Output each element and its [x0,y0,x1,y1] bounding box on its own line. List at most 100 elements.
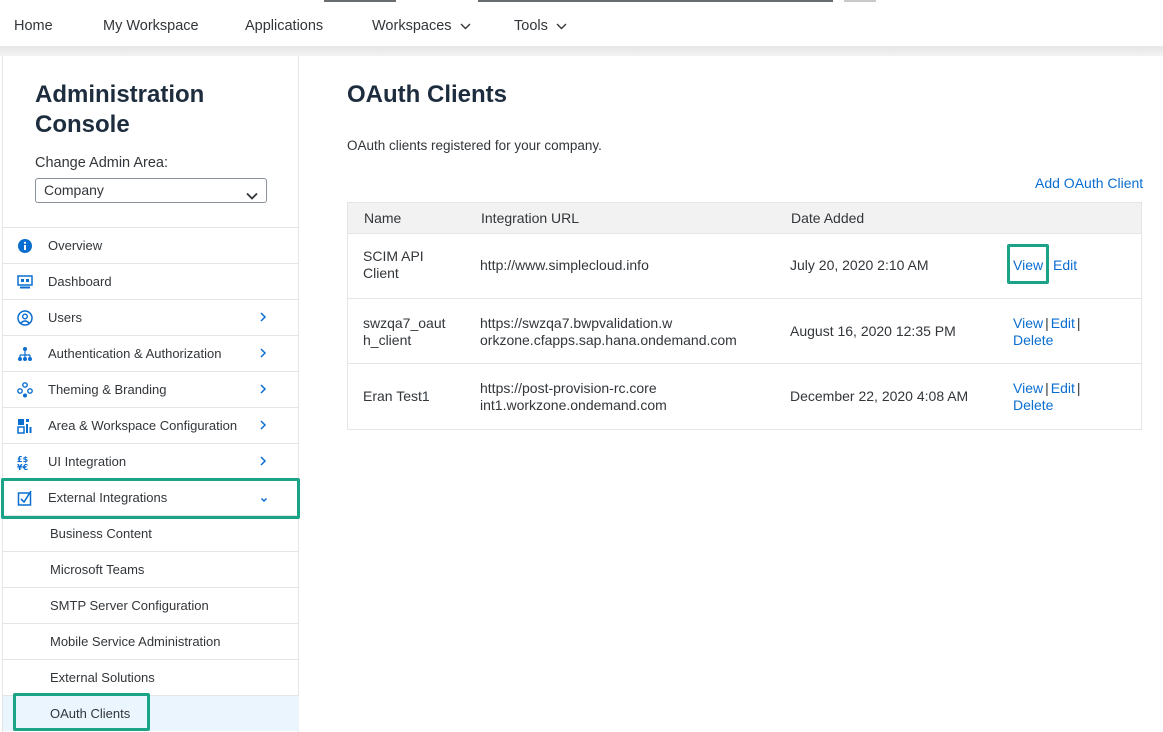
admin-area-value: Company [44,182,104,198]
view-link[interactable]: View [1013,315,1043,331]
client-name-line: SCIM API [363,248,424,264]
top-edge-fragment [844,0,876,2]
admin-area-select[interactable]: Company [35,178,267,203]
nav-applications[interactable]: Applications [245,18,323,34]
date-added: July 20, 2020 2:10 AM [790,257,929,273]
client-name: SCIM API Client [363,248,463,282]
nav-workspaces-label: Workspaces [372,18,452,34]
client-name-line: swzqa7_oaut [363,315,446,331]
sidebar-item-label: Area & Workspace Configuration [48,418,238,433]
edit-link[interactable]: Edit [1051,315,1075,331]
chevron-right-icon [259,419,269,431]
chevron-right-icon [259,347,269,359]
change-admin-area-label: Change Admin Area: [35,155,169,171]
configuration-icon [17,418,33,434]
integration-url-line: int1.workzone.ondemand.com [480,397,667,413]
date-added: August 16, 2020 12:35 PM [790,323,956,339]
row-actions: View | Edit | Delete [1013,315,1123,349]
nav-tools-label: Tools [514,18,548,34]
sidebar-item-label: Dashboard [48,274,112,289]
integration-url: https://post-provision-rc.core int1.work… [480,380,750,414]
add-oauth-client-link[interactable]: Add OAuth Client [1035,175,1143,191]
nav-my-workspace[interactable]: My Workspace [103,18,199,34]
sidebar-subitem-microsoft-teams[interactable]: Microsoft Teams [3,551,299,587]
sidebar-subitem-label: SMTP Server Configuration [50,598,209,613]
view-link[interactable]: View [1013,257,1043,273]
sidebar-subitem-business-content[interactable]: Business Content [3,515,299,551]
client-name: swzqa7_oaut h_client [363,315,463,349]
delete-link[interactable]: Delete [1013,332,1053,348]
column-header-name: Name [364,210,402,226]
table-row: swzqa7_oaut h_client https://swzqa7.bwpv… [348,299,1141,364]
sidebar-subitem-smtp-server[interactable]: SMTP Server Configuration [3,587,299,623]
chevron-down-icon [246,184,258,207]
sidebar-item-label: Authentication & Authorization [48,346,222,361]
chevron-down-icon [460,18,471,34]
client-name: Eran Test1 [363,388,463,405]
sidebar-item-users[interactable]: Users [3,299,299,335]
sidebar-subitem-label: Mobile Service Administration [50,634,221,649]
dashboard-icon [17,274,33,290]
sidebar: Administration Console Change Admin Area… [2,56,299,732]
top-edge-fragment [478,0,833,2]
oauth-clients-table: Name Integration URL Date Added SCIM API… [347,202,1142,430]
row-actions: View | Edit | Delete [1013,380,1123,414]
sidebar-item-overview[interactable]: Overview [3,227,299,263]
delete-link[interactable]: Delete [1013,397,1053,413]
integration-url: http://www.simplecloud.info [480,257,750,274]
sidebar-title: Administration Console [35,80,204,140]
view-link[interactable]: View [1013,380,1043,396]
user-icon [17,310,33,326]
sidebar-subitem-label: External Solutions [50,670,155,685]
column-header-date-added: Date Added [791,210,865,226]
header-divider [0,46,1163,56]
sidebar-item-label: External Integrations [48,490,168,505]
action-separator: | [1076,380,1081,396]
row-actions: View Edit [1013,257,1123,274]
chevron-down-icon [556,18,567,34]
page-title: OAuth Clients [347,81,507,108]
nav-tools[interactable]: Tools [514,18,567,34]
top-navigation-bar: Home My Workspace Applications Workspace… [0,0,1163,46]
chevron-right-icon [259,383,269,395]
action-separator: | [1045,315,1049,331]
sidebar-item-label: UI Integration [48,454,127,469]
table-row: SCIM API Client http://www.simplecloud.i… [348,234,1141,299]
action-separator: | [1045,380,1049,396]
sidebar-subitem-external-solutions[interactable]: External Solutions [3,659,299,695]
table-header: Name Integration URL Date Added [348,203,1141,234]
sidebar-item-area-workspace-config[interactable]: Area & Workspace Configuration [3,407,299,443]
org-chart-icon [17,346,33,362]
sidebar-subitem-label: OAuth Clients [50,706,131,721]
admin-menu: Overview Dashboard Users Authentication … [3,227,299,731]
edit-link[interactable]: Edit [1051,380,1075,396]
table-row: Eran Test1 https://post-provision-rc.cor… [348,364,1141,429]
chevron-down-icon [259,492,269,504]
edit-link[interactable]: Edit [1053,257,1077,273]
client-name-line: Eran Test1 [363,388,430,404]
nav-workspaces[interactable]: Workspaces [372,18,471,34]
client-name-line: Client [363,265,399,281]
sidebar-title-line: Administration [35,81,205,108]
date-added: December 22, 2020 4:08 AM [790,388,969,404]
sidebar-item-ui-integration[interactable]: £$ ¥€ UI Integration [3,443,299,479]
action-separator: | [1076,315,1081,331]
integration-url-line: orkzone.cfapps.sap.hana.ondemand.com [480,332,737,348]
column-header-integration-url: Integration URL [481,210,580,226]
sidebar-item-external-integrations[interactable]: External Integrations [3,479,299,515]
sidebar-item-theming[interactable]: Theming & Branding [3,371,299,407]
sidebar-item-label: Overview [48,238,103,253]
sidebar-item-authentication[interactable]: Authentication & Authorization [3,335,299,371]
nav-home[interactable]: Home [14,18,53,34]
sidebar-subitem-label: Business Content [50,526,152,541]
top-edge-fragment [324,0,396,2]
sidebar-item-label: Theming & Branding [48,382,167,397]
sidebar-item-dashboard[interactable]: Dashboard [3,263,299,299]
svg-text:¥€: ¥€ [17,463,29,470]
integration-url: https://swzqa7.bwpvalidation.w orkzone.c… [480,315,770,349]
chevron-right-icon [259,311,269,323]
sidebar-subitem-oauth-clients[interactable]: OAuth Clients [3,695,299,731]
sidebar-subitem-label: Microsoft Teams [50,562,145,577]
ui-integration-icon: £$ ¥€ [17,454,33,472]
sidebar-subitem-mobile-service[interactable]: Mobile Service Administration [3,623,299,659]
